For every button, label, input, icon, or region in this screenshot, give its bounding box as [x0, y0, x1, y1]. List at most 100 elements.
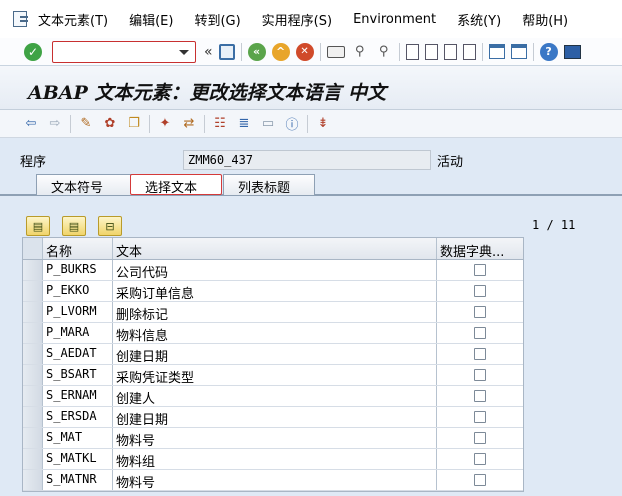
deselect-all-icon[interactable]: ▤: [62, 216, 86, 236]
command-field[interactable]: [52, 40, 196, 63]
table-row[interactable]: P_EKKO 采购订单信息: [23, 281, 523, 302]
row-dictionary-cell: [437, 281, 523, 301]
row-text-input[interactable]: 物料组: [113, 449, 437, 469]
toolbar-separator: [398, 42, 400, 61]
magic-wand-icon[interactable]: ✦: [156, 115, 174, 133]
dictionary-reference-checkbox[interactable]: [474, 411, 486, 423]
print-icon[interactable]: [326, 45, 345, 58]
info-icon[interactable]: ⓘ: [283, 115, 301, 133]
menu-system[interactable]: 系统(Y): [457, 10, 501, 29]
row-selector[interactable]: [23, 428, 43, 448]
exit-icon[interactable]: ^: [271, 42, 290, 61]
grid-icon[interactable]: ▭: [259, 115, 277, 133]
find-icon[interactable]: ⚲: [351, 43, 369, 61]
back-icon[interactable]: «: [247, 42, 266, 61]
row-text-input[interactable]: 采购凭证类型: [113, 365, 437, 385]
enter-check-icon[interactable]: ✓: [24, 42, 42, 61]
find-next-icon[interactable]: ⚲: [375, 43, 393, 61]
select-all-rows-button[interactable]: [23, 238, 43, 259]
table-row[interactable]: S_AEDAT 创建日期: [23, 344, 523, 365]
column-header-text[interactable]: 文本: [113, 238, 437, 259]
dictionary-reference-checkbox[interactable]: [474, 327, 486, 339]
row-text-input[interactable]: 物料号: [113, 428, 437, 448]
other-object-icon[interactable]: ❐: [125, 115, 143, 133]
row-text-input[interactable]: 创建日期: [113, 407, 437, 427]
dictionary-reference-checkbox[interactable]: [474, 285, 486, 297]
help-icon[interactable]: ?: [539, 42, 558, 61]
new-session-icon[interactable]: [488, 44, 505, 59]
row-text-input[interactable]: 采购订单信息: [113, 281, 437, 301]
row-text-input[interactable]: 物料号: [113, 470, 437, 490]
table-row[interactable]: P_LVORM 删除标记: [23, 302, 523, 323]
table-row[interactable]: S_MAT 物料号: [23, 428, 523, 449]
table-row[interactable]: P_MARA 物料信息: [23, 323, 523, 344]
dictionary-reference-checkbox[interactable]: [474, 390, 486, 402]
command-input[interactable]: [53, 41, 173, 62]
arrow-right-icon[interactable]: ⇨: [46, 115, 64, 133]
tab-selection-texts[interactable]: 选择文本: [130, 174, 222, 196]
next-page-icon[interactable]: [443, 43, 457, 60]
row-selector[interactable]: [23, 281, 43, 301]
row-text-input[interactable]: 创建人: [113, 386, 437, 406]
table-row[interactable]: S_MATNR 物料号: [23, 470, 523, 491]
activate-icon[interactable]: ✿: [101, 115, 119, 133]
table-row[interactable]: S_MATKL 物料组: [23, 449, 523, 470]
row-selector[interactable]: [23, 260, 43, 280]
compare-icon[interactable]: ⇄: [180, 115, 198, 133]
transport-icon[interactable]: ⇟: [314, 115, 332, 133]
menu-text-elements[interactable]: 文本元素(T): [38, 10, 108, 29]
layout-menu-icon[interactable]: [563, 44, 581, 59]
row-text-input[interactable]: 删除标记: [113, 302, 437, 322]
chevron-down-icon[interactable]: [179, 49, 189, 55]
delete-row-icon[interactable]: ⊟: [98, 216, 122, 236]
select-all-icon[interactable]: ▤: [26, 216, 50, 236]
row-selector[interactable]: [23, 344, 43, 364]
row-selector[interactable]: [23, 407, 43, 427]
row-selector[interactable]: [23, 449, 43, 469]
dictionary-reference-checkbox[interactable]: [474, 306, 486, 318]
tab-list-headers[interactable]: 列表标题: [223, 174, 315, 196]
menu-help[interactable]: 帮助(H): [522, 10, 568, 29]
first-page-icon[interactable]: [405, 43, 419, 60]
create-shortcut-icon[interactable]: [510, 44, 527, 59]
dictionary-reference-checkbox[interactable]: [474, 348, 486, 360]
row-text-input[interactable]: 公司代码: [113, 260, 437, 280]
tab-text-symbols[interactable]: 文本符号: [36, 174, 134, 196]
row-selector[interactable]: [23, 470, 43, 490]
column-header-dictionary[interactable]: 数据字典...: [437, 238, 523, 260]
page-title: ABAP 文本元素：更改选择文本语言 中文: [28, 82, 387, 104]
row-dictionary-cell: [437, 428, 523, 448]
row-name-cell: S_MAT: [43, 428, 113, 448]
menu-utilities[interactable]: 实用程序(S): [262, 10, 332, 29]
table-row[interactable]: S_BSART 采购凭证类型: [23, 365, 523, 386]
dictionary-reference-checkbox[interactable]: [474, 474, 486, 486]
dictionary-reference-checkbox[interactable]: [474, 453, 486, 465]
row-dictionary-cell: [437, 449, 523, 469]
collapse-toolbar-icon[interactable]: «: [204, 44, 213, 60]
row-text-input[interactable]: 创建日期: [113, 344, 437, 364]
row-selector[interactable]: [23, 386, 43, 406]
menu-customize-icon[interactable]: [10, 8, 32, 30]
dictionary-reference-checkbox[interactable]: [474, 432, 486, 444]
row-selector[interactable]: [23, 365, 43, 385]
table-row[interactable]: P_BUKRS 公司代码: [23, 260, 523, 281]
menu-edit[interactable]: 编辑(E): [129, 10, 173, 29]
menu-environment[interactable]: Environment: [353, 12, 436, 27]
dictionary-reference-checkbox[interactable]: [474, 369, 486, 381]
hierarchy-icon[interactable]: ☷: [211, 115, 229, 133]
row-text-input[interactable]: 物料信息: [113, 323, 437, 343]
table-row[interactable]: S_ERSDA 创建日期: [23, 407, 523, 428]
save-icon[interactable]: [218, 43, 235, 60]
last-page-icon[interactable]: [462, 43, 476, 60]
previous-page-icon[interactable]: [424, 43, 438, 60]
list-icon[interactable]: ≣: [235, 115, 253, 133]
row-selector[interactable]: [23, 323, 43, 343]
table-row[interactable]: S_ERNAM 创建人: [23, 386, 523, 407]
arrow-left-icon[interactable]: ⇦: [22, 115, 40, 133]
menu-goto[interactable]: 转到(G): [194, 10, 240, 29]
display-change-icon[interactable]: ✎: [77, 115, 95, 133]
column-header-name[interactable]: 名称: [43, 238, 113, 259]
dictionary-reference-checkbox[interactable]: [474, 264, 486, 276]
row-selector[interactable]: [23, 302, 43, 322]
cancel-icon[interactable]: ✕: [295, 42, 314, 61]
